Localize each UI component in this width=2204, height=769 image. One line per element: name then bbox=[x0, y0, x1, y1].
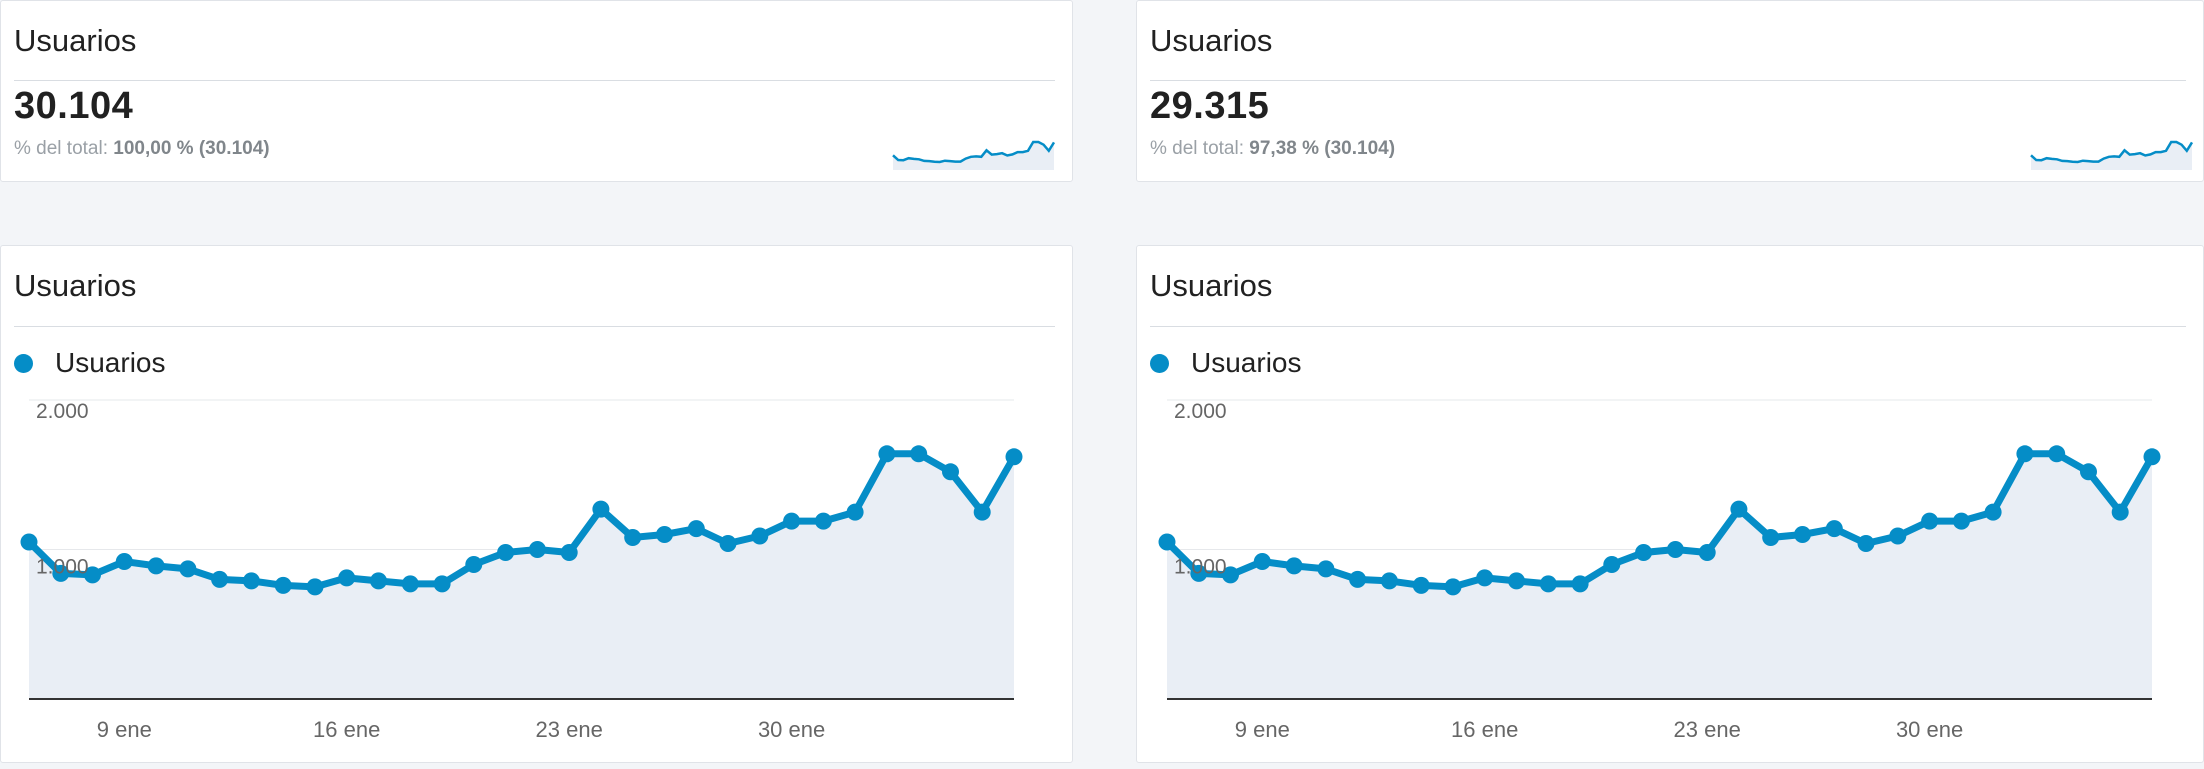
data-point[interactable] bbox=[1762, 529, 1780, 546]
data-point[interactable] bbox=[1253, 553, 1271, 570]
data-point[interactable] bbox=[147, 557, 165, 575]
data-point[interactable] bbox=[846, 503, 864, 521]
x-tick-label: 16 ene bbox=[313, 717, 380, 742]
data-point[interactable] bbox=[2143, 448, 2161, 466]
data-point[interactable] bbox=[751, 527, 769, 545]
data-point[interactable] bbox=[1380, 572, 1398, 590]
x-tick-label: 23 ene bbox=[1674, 717, 1741, 742]
x-tick-label: 30 ene bbox=[758, 717, 825, 742]
data-point[interactable] bbox=[2080, 463, 2097, 481]
data-point[interactable] bbox=[1921, 512, 1939, 530]
data-point[interactable] bbox=[1666, 541, 1684, 558]
data-point[interactable] bbox=[306, 578, 324, 596]
data-point[interactable] bbox=[656, 526, 673, 543]
data-point[interactable] bbox=[1317, 560, 1335, 578]
data-point[interactable] bbox=[338, 569, 356, 587]
data-point[interactable] bbox=[1857, 535, 1875, 552]
data-point[interactable] bbox=[528, 541, 546, 558]
x-tick-label: 30 ene bbox=[1896, 717, 1963, 742]
data-point[interactable] bbox=[1952, 512, 1970, 530]
data-point[interactable] bbox=[179, 560, 197, 578]
data-point[interactable] bbox=[2111, 503, 2129, 521]
data-point[interactable] bbox=[783, 512, 801, 530]
data-point[interactable] bbox=[1635, 544, 1653, 561]
line-chart-2: 1.000 2.000 9 ene 16 ene 23 ene 30 ene bbox=[1158, 399, 2161, 742]
data-point[interactable] bbox=[20, 533, 38, 551]
data-point[interactable] bbox=[1825, 520, 1843, 538]
line-chart-1: 1.000 2.000 9 ene 16 ene 23 ene 30 ene bbox=[20, 399, 1023, 742]
x-tick-label: 9 ene bbox=[97, 717, 152, 742]
data-point[interactable] bbox=[1005, 448, 1023, 466]
data-point[interactable] bbox=[814, 512, 832, 530]
y-tick-label: 2.000 bbox=[1174, 400, 1227, 423]
y-tick-label: 1.000 bbox=[1174, 556, 1227, 579]
data-point[interactable] bbox=[242, 572, 260, 590]
data-point[interactable] bbox=[370, 572, 387, 590]
x-tick-label: 9 ene bbox=[1235, 717, 1290, 742]
data-point[interactable] bbox=[115, 553, 133, 570]
y-tick-label: 1.000 bbox=[36, 556, 89, 579]
data-point[interactable] bbox=[1444, 578, 1462, 596]
data-point[interactable] bbox=[719, 535, 737, 552]
data-point[interactable] bbox=[1794, 526, 1811, 543]
data-point[interactable] bbox=[2016, 445, 2034, 463]
data-point[interactable] bbox=[1698, 544, 1716, 561]
data-point[interactable] bbox=[942, 463, 959, 481]
data-point[interactable] bbox=[274, 576, 292, 594]
data-point[interactable] bbox=[465, 556, 483, 573]
data-point[interactable] bbox=[401, 575, 419, 593]
data-point[interactable] bbox=[1158, 533, 1176, 551]
data-point[interactable] bbox=[1476, 569, 1494, 587]
data-point[interactable] bbox=[1603, 556, 1621, 573]
data-point[interactable] bbox=[1571, 575, 1589, 593]
data-point[interactable] bbox=[878, 445, 896, 463]
data-point[interactable] bbox=[1349, 570, 1367, 588]
data-point[interactable] bbox=[2048, 445, 2066, 463]
data-point[interactable] bbox=[1412, 576, 1430, 594]
x-tick-label: 16 ene bbox=[1451, 717, 1518, 742]
data-point[interactable] bbox=[1730, 500, 1748, 518]
data-point[interactable] bbox=[560, 544, 578, 561]
data-point[interactable] bbox=[1889, 527, 1907, 545]
data-point[interactable] bbox=[211, 570, 229, 588]
data-point[interactable] bbox=[624, 529, 642, 546]
y-tick-label: 2.000 bbox=[36, 400, 89, 423]
data-point[interactable] bbox=[687, 520, 705, 538]
data-point[interactable] bbox=[910, 445, 928, 463]
data-point[interactable] bbox=[497, 544, 515, 561]
data-point[interactable] bbox=[1508, 572, 1525, 590]
data-point[interactable] bbox=[433, 575, 451, 593]
data-point[interactable] bbox=[1984, 503, 2002, 521]
data-point[interactable] bbox=[1539, 575, 1557, 593]
data-point[interactable] bbox=[592, 500, 610, 518]
x-tick-label: 23 ene bbox=[536, 717, 603, 742]
data-point[interactable] bbox=[1285, 557, 1303, 575]
data-point[interactable] bbox=[973, 503, 991, 521]
